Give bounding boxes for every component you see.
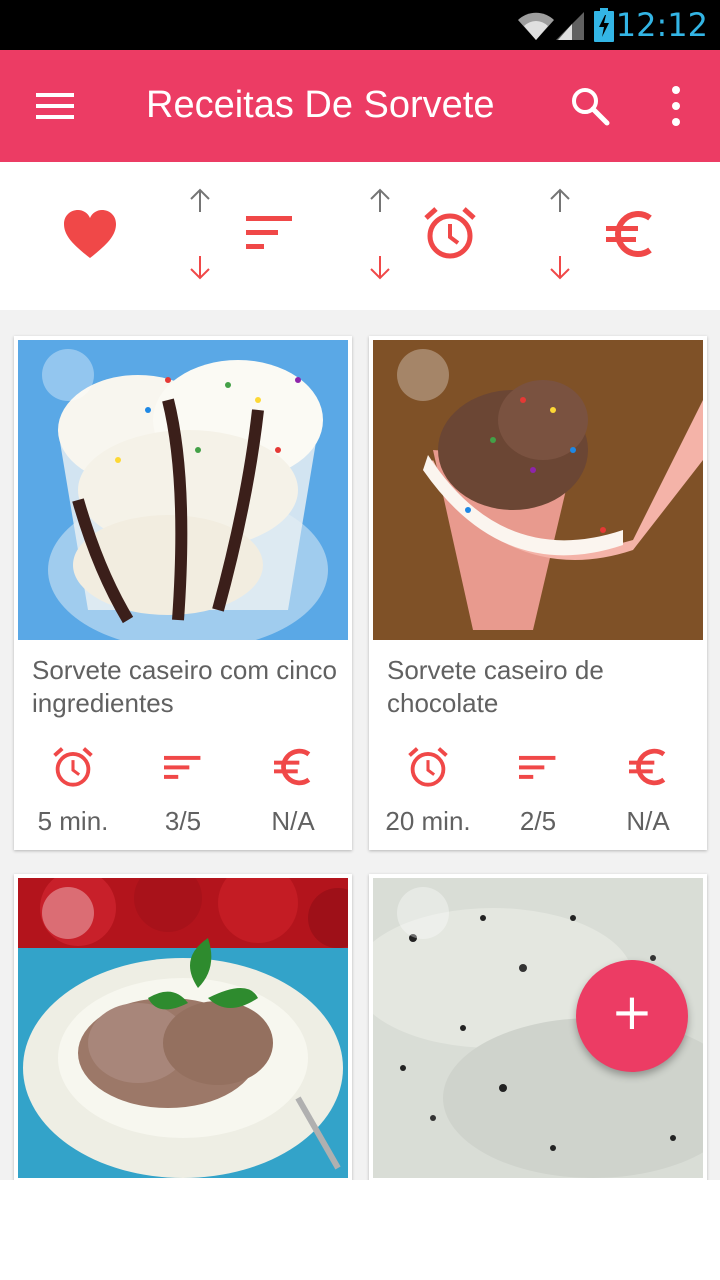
recipe-difficulty: 2/5 [483,746,593,837]
arrow-down-icon[interactable] [548,254,572,280]
recipe-title: Sorvete caseiro de chocolate [387,655,604,718]
battery-charging-icon [594,8,614,42]
alarm-clock-icon [53,747,93,787]
app-bar: Receitas De Sorvete [0,50,720,162]
signal-icon [556,12,584,40]
difficulty-sort-icon[interactable] [246,214,294,252]
recipe-difficulty-value: 2/5 [519,806,557,836]
difficulty-icon [164,755,201,779]
hamburger-menu-icon[interactable] [36,88,76,124]
alarm-clock-icon[interactable] [424,206,476,260]
add-recipe-fab[interactable]: + [576,960,688,1072]
arrow-up-icon[interactable] [548,188,572,214]
euro-icon [629,748,666,786]
recipe-cost-value: N/A [271,806,315,836]
sort-cost-arrows[interactable] [548,162,574,280]
plus-icon: + [611,983,653,1041]
recipe-meta: 20 min. 2/5 N/A [369,746,707,846]
arrow-up-icon[interactable] [188,188,212,214]
recipe-image [18,878,348,1178]
recipe-time-value: 20 min. [385,806,471,836]
sort-time-arrows[interactable] [368,162,394,280]
wifi-icon [518,12,554,41]
more-vertical-icon[interactable] [660,84,692,128]
recipe-cost: N/A [238,746,348,837]
recipe-card[interactable]: Sorvete caseiro com cinco ingredientes 5… [14,336,352,850]
difficulty-icon [519,755,556,779]
app-title: Receitas De Sorvete [146,84,495,126]
recipe-image [373,340,703,640]
recipe-card[interactable] [14,874,352,1180]
bottom-area [0,1180,720,1280]
sort-filter-bar [0,162,720,310]
recipe-card[interactable]: Sorvete caseiro de chocolate 20 min. 2/5 [369,336,707,850]
recipe-meta: 5 min. 3/5 N/A [14,746,352,846]
sort-difficulty-arrows[interactable] [188,162,214,280]
euro-icon[interactable] [606,210,654,258]
arrow-down-icon[interactable] [188,254,212,280]
recipe-cost: N/A [593,746,703,837]
status-time: 12:12 [615,6,708,44]
recipe-difficulty-value: 3/5 [164,806,202,836]
recipe-image [18,340,348,640]
arrow-up-icon[interactable] [368,188,392,214]
euro-icon [274,748,311,786]
alarm-clock-icon [408,747,448,787]
recipe-cost-value: N/A [626,806,670,836]
recipe-difficulty: 3/5 [128,746,238,837]
arrow-down-icon[interactable] [368,254,392,280]
recipe-title: Sorvete caseiro com cinco ingredientes [32,655,337,718]
recipe-time-value: 5 min. [37,806,109,836]
favorites-heart-icon[interactable] [62,208,118,260]
status-bar: 12:12 [0,0,720,50]
recipe-time: 20 min. [373,746,483,837]
recipe-time: 5 min. [18,746,128,837]
search-icon[interactable] [570,86,610,126]
